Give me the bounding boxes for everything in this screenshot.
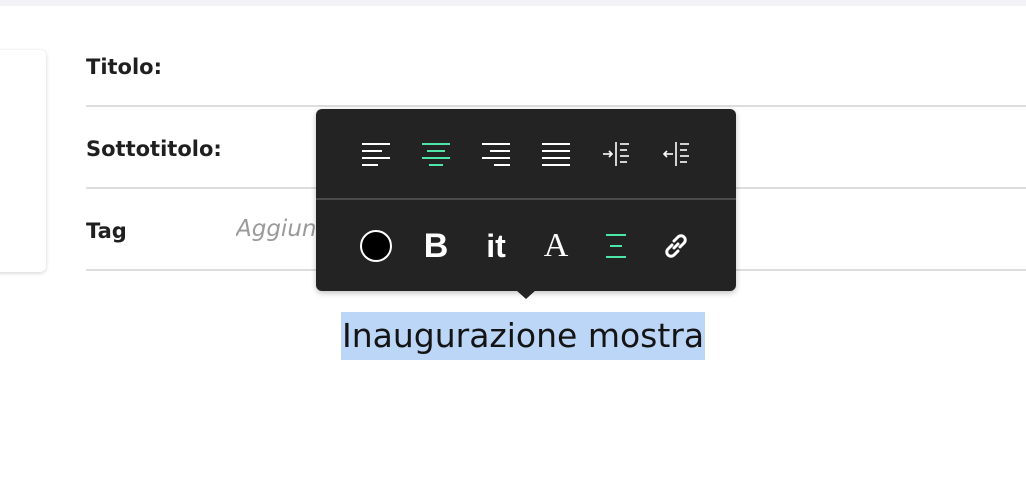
indent-decrease-icon [660, 140, 692, 168]
text-color-button[interactable] [348, 218, 404, 274]
italic-button[interactable]: it [468, 218, 524, 274]
title-field-row[interactable]: Titolo: [86, 25, 1026, 107]
top-bar [0, 0, 1026, 6]
italic-icon: it [486, 230, 506, 262]
line-spacing-icon [604, 232, 628, 260]
font-family-icon: A [544, 229, 569, 263]
line-spacing-button[interactable] [588, 218, 644, 274]
align-left-button[interactable] [348, 126, 404, 182]
format-toolbar-row: B it A [316, 201, 736, 291]
align-right-button[interactable] [468, 126, 524, 182]
align-center-button[interactable] [408, 126, 464, 182]
text-color-icon [359, 229, 393, 263]
align-justify-button[interactable] [528, 126, 584, 182]
align-left-icon [360, 140, 392, 168]
align-center-icon [420, 140, 452, 168]
bold-icon: B [424, 229, 449, 263]
align-right-icon [480, 140, 512, 168]
toolbar-pointer [516, 290, 536, 299]
alignment-toolbar-row [316, 109, 736, 199]
link-button[interactable] [648, 218, 704, 274]
title-label: Titolo: [86, 55, 162, 79]
bold-button[interactable]: B [408, 218, 464, 274]
toolbar-divider [316, 198, 736, 200]
selected-heading-text[interactable]: Inaugurazione mostra [341, 312, 705, 360]
font-family-button[interactable]: A [528, 218, 584, 274]
tag-label: Tag [86, 219, 127, 243]
side-panel-card [0, 50, 46, 272]
indent-increase-icon [600, 140, 632, 168]
indent-decrease-button[interactable] [648, 126, 704, 182]
indent-increase-button[interactable] [588, 126, 644, 182]
link-icon [661, 231, 691, 261]
subtitle-label: Sottotitolo: [86, 137, 222, 161]
text-format-toolbar: B it A [316, 109, 736, 291]
align-justify-icon [540, 140, 572, 168]
